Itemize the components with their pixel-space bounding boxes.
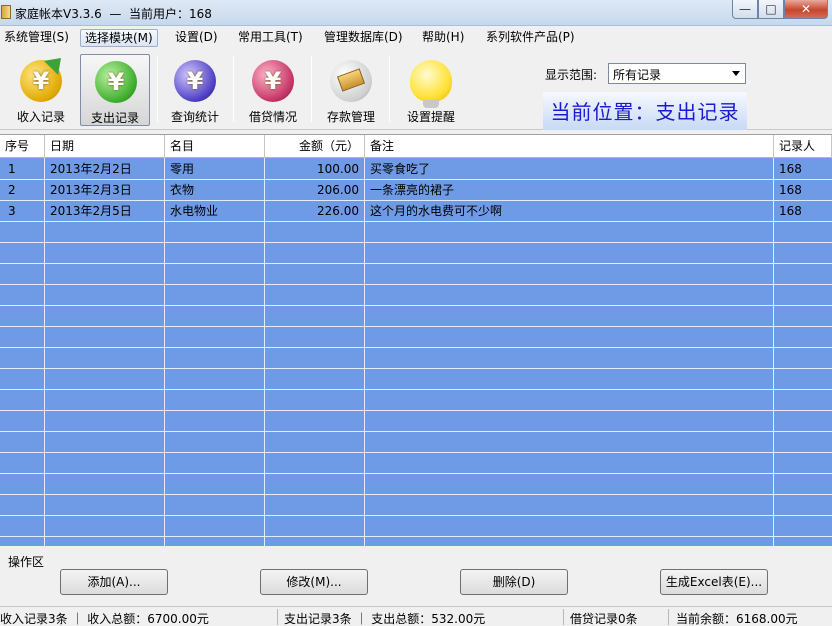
toolbar-divider (389, 56, 390, 122)
status-divider (277, 609, 278, 625)
status-divider (563, 609, 564, 625)
income-records-button[interactable]: ¥ 收入记录 (6, 50, 76, 126)
column-header-recorder[interactable]: 记录人 (774, 135, 832, 158)
range-label: 显示范围: (545, 68, 598, 82)
menu-settings[interactable]: 设置(D) (171, 29, 222, 47)
tool-label: 收入记录 (16, 110, 65, 124)
status-divider (668, 609, 669, 625)
expense-yen-icon: ¥ (95, 61, 137, 103)
cell-item: 零用 (170, 162, 195, 176)
cell-no: 2 (8, 183, 16, 197)
cell-no: 3 (8, 204, 16, 218)
cell-amount: 226.00 (317, 204, 359, 218)
grid-header: 序号 日期 名目 金额（元） 备注 记录人 (0, 135, 832, 158)
cell-date: 2013年2月5日 (50, 204, 132, 218)
set-reminder-button[interactable]: 设置提醒 (396, 54, 466, 126)
menu-database[interactable]: 管理数据库(D) (320, 29, 407, 47)
query-stats-icon: ¥ (174, 60, 216, 102)
status-income: 收入记录3条 ｜ 收入总额：6700.00元 (0, 612, 209, 626)
cell-note: 一条漂亮的裙子 (370, 183, 455, 197)
window-controls: — □ ✕ (732, 0, 828, 20)
app-icon (1, 5, 11, 19)
table-row[interactable]: 2 2013年2月3日 衣物 206.00 一条漂亮的裙子 168 (0, 180, 832, 201)
cell-recorder: 168 (779, 204, 802, 218)
operation-area-label: 操作区 (8, 555, 45, 569)
edit-button[interactable]: 修改(M)... (260, 569, 368, 595)
loan-yen-icon: ¥ (252, 60, 294, 102)
toolbar: ¥ 收入记录 ¥ 支出记录 ¥ 查询统计 ¥ 借贷情况 存款管理 设置提醒 显示… (0, 50, 832, 130)
menu-tools[interactable]: 常用工具(T) (234, 29, 307, 47)
tool-label: 支出记录 (90, 111, 139, 125)
column-header-amount[interactable]: 金额（元） (265, 135, 365, 158)
menu-select-module[interactable]: 选择模块(M) (80, 29, 158, 47)
column-header-no[interactable]: 序号 (0, 135, 45, 158)
table-row[interactable]: 1 2013年2月2日 零用 100.00 买零食吃了 168 (0, 159, 832, 180)
expense-records-button[interactable]: ¥ 支出记录 (80, 54, 150, 126)
records-grid[interactable]: 序号 日期 名目 金额（元） 备注 记录人 1 2013年2月2日 零用 100… (0, 134, 832, 546)
chevron-down-icon (732, 71, 740, 76)
range-select-value: 所有记录 (613, 68, 662, 82)
window-title: 家庭帐本V3.3.6 — 当前用户：168 (15, 7, 212, 21)
maximize-button[interactable]: □ (758, 0, 784, 19)
cell-item: 水电物业 (170, 204, 219, 218)
loan-status-button[interactable]: ¥ 借贷情况 (238, 54, 308, 126)
tool-label: 设置提醒 (406, 110, 455, 124)
cell-item: 衣物 (170, 183, 195, 197)
deposit-management-button[interactable]: 存款管理 (316, 54, 386, 126)
status-bar: 收入记录3条 ｜ 收入总额：6700.00元 支出记录3条 ｜ 支出总额：532… (0, 606, 832, 626)
minimize-button[interactable]: — (732, 0, 758, 19)
current-location: 当前位置：支出记录 (543, 92, 747, 130)
toolbar-divider (157, 56, 158, 122)
column-header-date[interactable]: 日期 (45, 135, 165, 158)
income-yen-icon: ¥ (20, 50, 69, 102)
status-loan: 借贷记录0条 (570, 612, 638, 626)
status-expense: 支出记录3条 ｜ 支出总额：532.00元 (284, 612, 486, 626)
menu-bar: 系统管理(S) 选择模块(M) 设置(D) 常用工具(T) 管理数据库(D) 帮… (0, 28, 832, 48)
tool-label: 借贷情况 (248, 110, 297, 124)
close-button[interactable]: ✕ (784, 0, 828, 19)
menu-products[interactable]: 系列软件产品(P) (482, 29, 579, 47)
toolbar-divider (311, 56, 312, 122)
cell-date: 2013年2月3日 (50, 183, 132, 197)
tool-label: 存款管理 (326, 110, 375, 124)
cell-recorder: 168 (779, 183, 802, 197)
delete-button[interactable]: 删除(D) (460, 569, 568, 595)
deposit-card-icon (330, 60, 372, 102)
query-stats-button[interactable]: ¥ 查询统计 (160, 54, 230, 126)
status-balance: 当前余额：6168.00元 (676, 612, 798, 626)
add-button[interactable]: 添加(A)... (60, 569, 168, 595)
range-select[interactable]: 所有记录 (608, 63, 746, 84)
export-excel-button[interactable]: 生成Excel表(E)... (660, 569, 768, 595)
column-header-note[interactable]: 备注 (365, 135, 774, 158)
column-header-item[interactable]: 名目 (165, 135, 265, 158)
title-bar: 家庭帐本V3.3.6 — 当前用户：168 — □ ✕ (0, 0, 832, 26)
cell-date: 2013年2月2日 (50, 162, 132, 176)
cell-recorder: 168 (779, 162, 802, 176)
table-row[interactable]: 3 2013年2月5日 水电物业 226.00 这个月的水电费可不少啊 168 (0, 201, 832, 222)
tool-label: 查询统计 (170, 110, 219, 124)
menu-system[interactable]: 系统管理(S) (0, 29, 73, 47)
cell-no: 1 (8, 162, 16, 176)
menu-help[interactable]: 帮助(H) (418, 29, 468, 47)
cell-amount: 100.00 (317, 162, 359, 176)
cell-note: 这个月的水电费可不少啊 (370, 204, 503, 218)
toolbar-divider (233, 56, 234, 122)
lightbulb-icon (410, 60, 452, 108)
cell-amount: 206.00 (317, 183, 359, 197)
cell-note: 买零食吃了 (370, 162, 431, 176)
